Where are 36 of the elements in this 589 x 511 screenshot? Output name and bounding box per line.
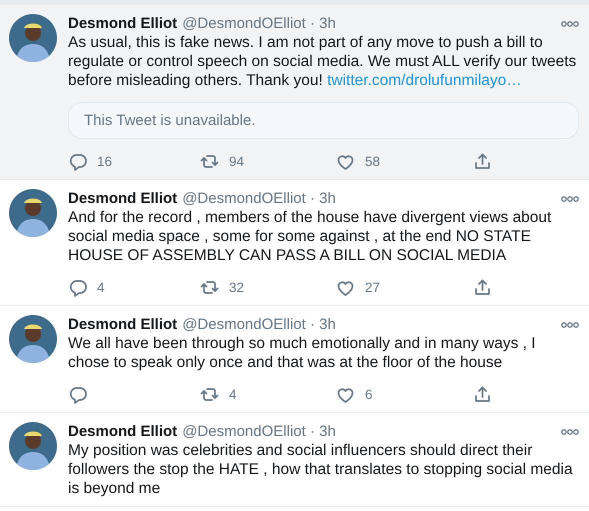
share-icon[interactable] — [473, 384, 492, 404]
author-name[interactable]: Desmond Elliot — [68, 422, 178, 441]
more-icon[interactable] — [561, 428, 579, 436]
author-name[interactable]: Desmond Elliot — [68, 315, 178, 334]
count: 6 — [365, 386, 373, 402]
author-name[interactable]: Desmond Elliot — [68, 14, 178, 33]
avatar[interactable] — [9, 189, 57, 237]
reply-icon[interactable] — [68, 278, 87, 296]
tweet-text: My position was celebrities and social influencers should direct their followers the stop the HATE , how that translates to stopping social media is beyond me — [68, 441, 574, 498]
share-icon[interactable] — [473, 278, 492, 296]
count: 58 — [365, 154, 380, 168]
author-name[interactable]: Desmond Elliot — [68, 189, 178, 208]
more-icon[interactable] — [561, 194, 579, 202]
author-handle[interactable]: @DesmondOElliot · 3h — [182, 315, 336, 334]
author-handle[interactable]: @DesmondOElliot · 3h — [182, 422, 336, 441]
count: 94 — [229, 154, 244, 168]
avatar[interactable] — [9, 315, 57, 363]
more-icon[interactable] — [561, 320, 579, 328]
count: 27 — [365, 280, 380, 294]
tweet-text: As usual, this is fake news. I am not part of any move to push a bill to regulate or control speech on social media. We must ALL verify our tweets before misleading others. Thank you! twitter.com/drolufunmilayo… — [68, 33, 578, 90]
tweet-text: We all have been through so much emotionally and in many ways , I chose to speak only once and that was at the floor of the house — [68, 334, 537, 372]
count: 16 — [97, 154, 112, 168]
reply-icon[interactable] — [68, 384, 87, 404]
count: 4 — [97, 280, 105, 294]
tweet-card[interactable] — [0, 5, 589, 180]
author-handle[interactable]: @DesmondOElliot · 3h — [182, 189, 336, 208]
reply-icon[interactable] — [68, 152, 87, 170]
avatar[interactable] — [9, 422, 57, 470]
share-icon[interactable] — [473, 152, 492, 170]
quoted-tweet-notice: This Tweet is unavailable. — [68, 102, 579, 139]
tweet-text: And for the record , members of the house have divergent views about social media space , some for some against , at the end NO STATE HOUSE OF ASSEMBLY CAN PASS A BILL ON SOCIAL MEDIA — [68, 208, 552, 265]
more-icon[interactable] — [561, 20, 579, 28]
author-handle[interactable]: @DesmondOElliot · 3h — [182, 14, 336, 33]
count: 4 — [229, 386, 237, 402]
count: 32 — [229, 280, 244, 294]
avatar[interactable] — [9, 14, 57, 62]
